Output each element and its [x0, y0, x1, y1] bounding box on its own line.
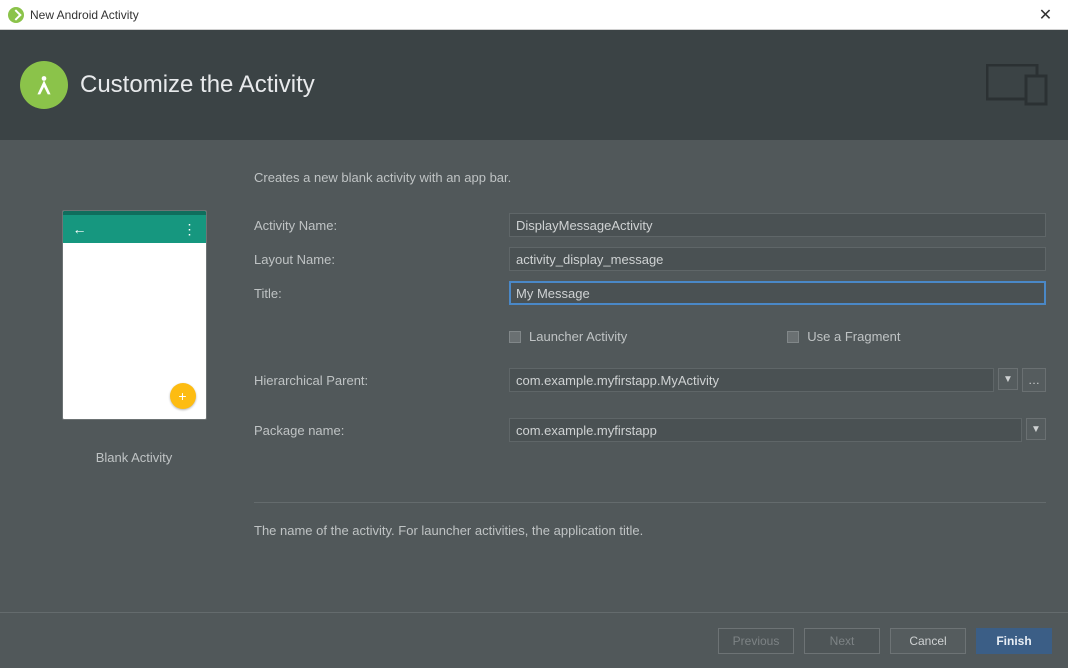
activity-name-row: Activity Name: [254, 213, 1046, 237]
package-name-label: Package name: [254, 423, 509, 438]
activity-name-label: Activity Name: [254, 218, 509, 233]
banner: Customize the Activity [0, 30, 1068, 140]
use-fragment-label: Use a Fragment [807, 329, 900, 344]
use-fragment-checkbox[interactable]: Use a Fragment [787, 329, 900, 344]
window-title: New Android Activity [30, 8, 1023, 22]
template-preview-column: ← ⋮ + Blank Activity [14, 170, 254, 612]
title-label: Title: [254, 286, 509, 301]
launcher-activity-label: Launcher Activity [529, 329, 627, 344]
checkbox-row: Launcher Activity Use a Fragment [509, 329, 1046, 344]
title-row: Title: [254, 281, 1046, 305]
package-name-value: com.example.myfirstapp [516, 423, 657, 438]
hierarchical-parent-dropdown-button[interactable]: ▼ [998, 368, 1018, 390]
preview-surface: + [63, 243, 206, 419]
fab-icon: + [170, 383, 196, 409]
layout-name-row: Layout Name: [254, 247, 1046, 271]
close-button[interactable]: ✕ [1023, 0, 1068, 30]
preview-appbar: ← ⋮ [63, 215, 206, 243]
banner-heading: Customize the Activity [80, 71, 315, 99]
help-text: The name of the activity. For launcher a… [254, 502, 1046, 538]
hierarchical-parent-browse-button[interactable]: … [1022, 368, 1046, 392]
hierarchical-parent-label: Hierarchical Parent: [254, 373, 509, 388]
android-studio-logo-icon [20, 61, 68, 109]
package-name-dropdown-button[interactable]: ▼ [1026, 418, 1046, 440]
activity-name-input[interactable] [509, 213, 1046, 237]
layout-name-label: Layout Name: [254, 252, 509, 267]
title-input[interactable] [509, 281, 1046, 305]
launcher-activity-checkbox[interactable]: Launcher Activity [509, 329, 627, 344]
template-preview-caption: Blank Activity [96, 450, 173, 465]
form-column: Creates a new blank activity with an app… [254, 170, 1054, 612]
template-preview: ← ⋮ + [62, 210, 207, 420]
previous-button[interactable]: Previous [718, 628, 794, 654]
android-studio-icon [8, 7, 24, 23]
layout-name-input[interactable] [509, 247, 1046, 271]
finish-button[interactable]: Finish [976, 628, 1052, 654]
titlebar: New Android Activity ✕ [0, 0, 1068, 30]
package-name-dropdown[interactable]: com.example.myfirstapp [509, 418, 1022, 442]
cancel-button[interactable]: Cancel [890, 628, 966, 654]
back-arrow-icon: ← [73, 221, 87, 237]
content-area: ← ⋮ + Blank Activity Creates a new blank… [0, 140, 1068, 612]
footer: Previous Next Cancel Finish [0, 612, 1068, 668]
hierarchical-parent-dropdown[interactable]: com.example.myfirstapp.MyActivity [509, 368, 994, 392]
overflow-menu-icon: ⋮ [183, 221, 196, 238]
hierarchical-parent-row: Hierarchical Parent: com.example.myfirst… [254, 368, 1046, 392]
checkbox-box-icon [787, 331, 799, 343]
device-preview-icon [986, 64, 1048, 106]
hierarchical-parent-value: com.example.myfirstapp.MyActivity [516, 373, 719, 388]
package-name-row: Package name: com.example.myfirstapp ▼ [254, 418, 1046, 442]
wizard-window: Customize the Activity ← ⋮ + Blank Activ… [0, 30, 1068, 668]
next-button[interactable]: Next [804, 628, 880, 654]
checkbox-box-icon [509, 331, 521, 343]
form-description: Creates a new blank activity with an app… [254, 170, 1046, 185]
